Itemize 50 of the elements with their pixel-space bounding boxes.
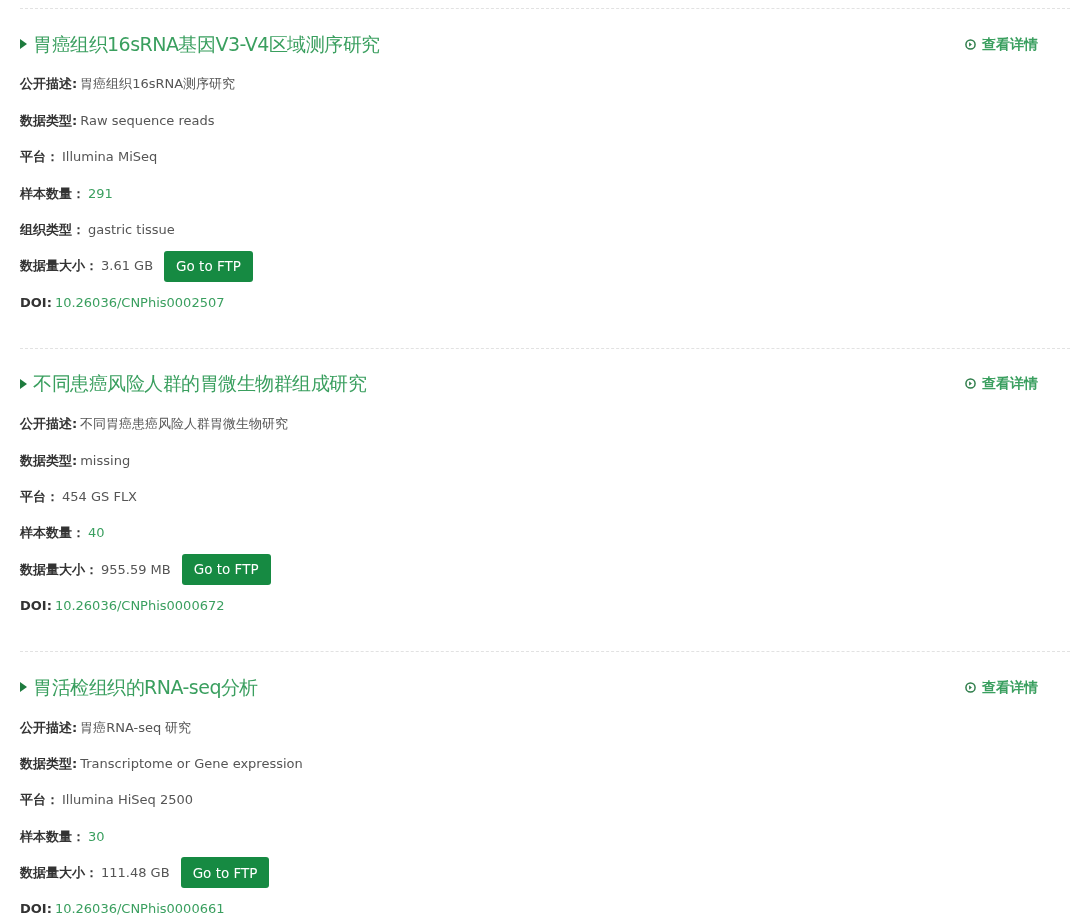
field-label: DOI:: [20, 900, 52, 919]
caret-icon: [20, 682, 27, 693]
study-title-link[interactable]: 胃活检组织的RNA-seq分析: [33, 672, 258, 702]
field-label: 平台：: [20, 148, 59, 167]
field-label: 公开描述:: [20, 415, 78, 434]
doi-link[interactable]: 10.26036/CNPhis0000672: [54, 596, 225, 616]
field-value: 胃癌组织16sRNA测序研究: [80, 75, 236, 94]
study-title-link[interactable]: 胃癌组织16sRNA基因V3-V4区域测序研究: [33, 29, 380, 59]
field-value: Transcriptome or Gene expression: [80, 754, 303, 773]
field-label: DOI:: [20, 293, 52, 312]
caret-icon: [20, 378, 27, 389]
field-value: Raw sequence reads: [80, 111, 215, 130]
field-label: 公开描述:: [20, 75, 78, 94]
field-label: 公开描述:: [20, 718, 78, 737]
field-value: 不同胃癌患癌风险人群胃微生物研究: [80, 415, 289, 434]
field-label: 组织类型：: [20, 221, 85, 239]
caret-icon: [20, 39, 27, 49]
view-details-link[interactable]: 查看详情: [982, 676, 1038, 698]
study-title-link[interactable]: 不同患癌风险人群的胃微生物群组成研究: [33, 369, 366, 398]
field-label: DOI:: [20, 597, 52, 616]
field-value: Illumina MiSeq: [62, 148, 158, 167]
field-label: 数据类型:: [20, 754, 78, 773]
field-value: 291: [88, 184, 113, 203]
field-value: 3.61 GB: [101, 257, 154, 276]
field-value: missing: [80, 451, 131, 470]
field-value: 955.59 MB: [101, 560, 171, 579]
view-details-link[interactable]: 查看详情: [982, 373, 1038, 395]
field-label: 平台：: [20, 791, 59, 810]
field-label: 数据量大小：: [20, 560, 98, 579]
field-label: 样本数量：: [20, 184, 85, 203]
field-label: 平台：: [20, 487, 59, 506]
field-value: 胃癌RNA-seq 研究: [80, 718, 192, 737]
field-value: Illumina HiSeq 2500: [62, 791, 193, 810]
field-value: 454 GS FLX: [62, 487, 138, 506]
field-label: 样本数量：: [20, 524, 85, 543]
doi-link[interactable]: 10.26036/CNPhis0002507: [54, 292, 225, 313]
field-value: 40: [88, 524, 105, 543]
field-label: 样本数量：: [20, 827, 85, 846]
field-value: gastric tissue: [88, 221, 175, 239]
view-details-link[interactable]: 查看详情: [982, 33, 1038, 55]
field-label: 数据量大小：: [20, 864, 98, 883]
go-to-ftp-button[interactable]: Go to FTP: [180, 857, 270, 889]
field-label: 数据类型:: [20, 451, 78, 470]
doi-link[interactable]: 10.26036/CNPhis0000661: [54, 899, 225, 919]
go-to-ftp-button[interactable]: Go to FTP: [181, 554, 271, 585]
field-value: 111.48 GB: [101, 864, 170, 883]
field-value: 30: [88, 827, 105, 846]
go-to-ftp-button[interactable]: Go to FTP: [164, 250, 253, 282]
field-label: 数据量大小：: [20, 257, 98, 276]
field-label: 数据类型:: [20, 111, 78, 130]
